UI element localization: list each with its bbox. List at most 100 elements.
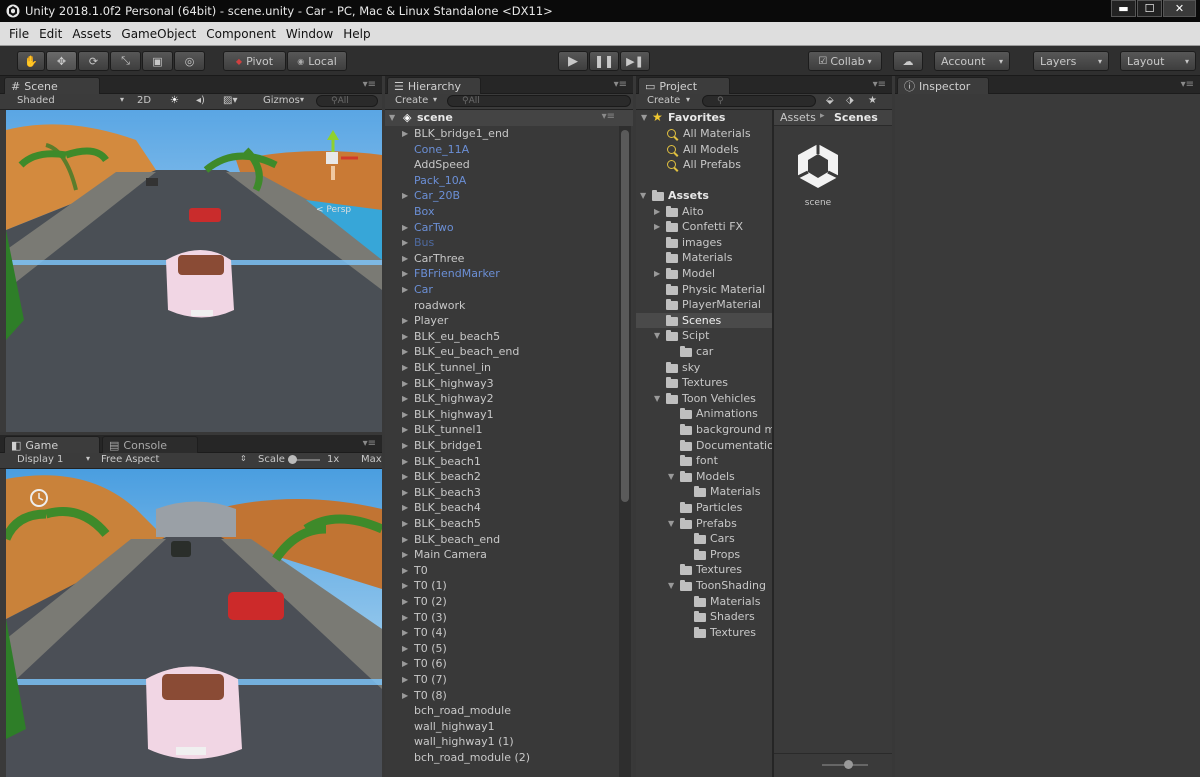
expand-arrow-icon[interactable]: ▶	[402, 594, 408, 610]
scene-search-input[interactable]: ⚲All	[316, 95, 378, 107]
scene-root-row[interactable]: ▼ ◈ scene ▾≡	[385, 110, 633, 126]
expand-arrow-icon[interactable]: ▶	[402, 469, 408, 485]
expand-arrow-icon[interactable]: ▼	[668, 578, 674, 594]
expand-arrow-icon[interactable]: ▶	[402, 344, 408, 360]
scale-tool-button[interactable]: ⤡	[110, 51, 141, 71]
hierarchy-search-input[interactable]: ⚲All	[447, 95, 631, 107]
cloud-button[interactable]: ☁	[893, 51, 923, 71]
hierarchy-item[interactable]: wall_highway1 (1)	[385, 734, 617, 750]
menu-item-gameobject[interactable]: GameObject	[116, 27, 201, 41]
hierarchy-item[interactable]: ▶ T0 (8)	[385, 688, 617, 704]
folder-item[interactable]: Textures	[636, 625, 772, 641]
expand-arrow-icon[interactable]: ▶	[654, 266, 660, 282]
folder-item[interactable]: Shaders	[636, 609, 772, 625]
hierarchy-item[interactable]: Pack_10A	[385, 173, 617, 189]
favorite-item[interactable]: All Models	[636, 142, 772, 158]
hand-tool-button[interactable]: ✋	[17, 51, 45, 71]
folder-item[interactable]: ▼ Models	[636, 469, 772, 485]
tab-project[interactable]: ▭ Project	[638, 77, 730, 94]
favorite-star-icon[interactable]: ★	[868, 95, 877, 106]
expand-arrow-icon[interactable]: ▼	[668, 469, 674, 485]
folder-item[interactable]: Physic Material	[636, 282, 772, 298]
folder-item[interactable]: Textures	[636, 375, 772, 391]
expand-arrow-icon[interactable]: ▶	[402, 625, 408, 641]
2d-toggle[interactable]: 2D	[137, 95, 151, 106]
menu-item-file[interactable]: File	[4, 27, 34, 41]
folder-item[interactable]: Documentatio	[636, 438, 774, 454]
hierarchy-item[interactable]: ▶ T0 (4)	[385, 625, 617, 641]
hierarchy-item[interactable]: roadwork	[385, 298, 617, 314]
hierarchy-item[interactable]: ▶ T0 (6)	[385, 656, 617, 672]
favorite-item[interactable]: All Materials	[636, 126, 772, 142]
folder-item[interactable]: Animations	[636, 406, 772, 422]
hierarchy-item[interactable]: ▶ BLK_beach3	[385, 485, 617, 501]
folder-item[interactable]: ▼ Toon Vehicles	[636, 391, 772, 407]
expand-arrow-icon[interactable]: ▶	[402, 547, 408, 563]
transform-tool-button[interactable]: ◎	[174, 51, 205, 71]
menu-item-help[interactable]: Help	[338, 27, 375, 41]
folder-item[interactable]: Materials	[636, 484, 772, 500]
expand-arrow-icon[interactable]: ▶	[402, 220, 408, 236]
filter-type-icon[interactable]: ⬙	[826, 95, 834, 106]
hierarchy-item[interactable]: ▶ T0 (1)	[385, 578, 617, 594]
pivot-toggle[interactable]: ◆ Pivot	[223, 51, 286, 71]
hierarchy-item[interactable]: ▶ FBFriendMarker	[385, 266, 617, 282]
hierarchy-item[interactable]: Cone_11A	[385, 142, 617, 158]
folder-item[interactable]: Materials	[636, 250, 772, 266]
shading-dropdown[interactable]: Shaded	[17, 95, 55, 106]
expand-arrow-icon[interactable]: ▶	[402, 313, 408, 329]
expand-arrow-icon[interactable]: ▶	[402, 656, 408, 672]
scene-viewport[interactable]: < Persp	[6, 110, 382, 432]
breadcrumb-assets[interactable]: Assets	[780, 111, 816, 124]
panel-menu-icon[interactable]: ▾≡	[1181, 79, 1194, 90]
hierarchy-item[interactable]: ▶ BLK_highway1	[385, 407, 617, 423]
expand-arrow-icon[interactable]: ▶	[402, 329, 408, 345]
hierarchy-item[interactable]: ▶ BLK_tunnel1	[385, 422, 617, 438]
tab-console[interactable]: ▤ Console	[102, 436, 198, 453]
folder-item[interactable]: Cars	[636, 531, 772, 547]
expand-arrow-icon[interactable]: ▶	[402, 235, 408, 251]
expand-arrow-icon[interactable]: ▶	[402, 688, 408, 704]
expand-arrow-icon[interactable]: ▶	[402, 360, 408, 376]
expand-arrow-icon[interactable]: ▶	[402, 126, 408, 142]
folder-item[interactable]: ▼ Scipt	[636, 328, 772, 344]
hierarchy-item[interactable]: ▶ T0 (5)	[385, 641, 617, 657]
hierarchy-item[interactable]: bch_road_module (2)	[385, 750, 617, 766]
folder-item[interactable]: ▼ Prefabs	[636, 516, 772, 532]
maximize-button[interactable]: ☐	[1137, 0, 1162, 17]
expand-arrow-icon[interactable]: ▶	[402, 407, 408, 423]
hierarchy-item[interactable]: ▶ CarTwo	[385, 220, 617, 236]
folder-item[interactable]: ▼ Assets	[636, 188, 772, 204]
folder-item[interactable]: ▶ Aito	[636, 204, 772, 220]
expand-arrow-icon[interactable]: ▶	[402, 438, 408, 454]
expand-arrow-icon[interactable]: ▼	[668, 516, 674, 532]
folder-item[interactable]: sky	[636, 360, 772, 376]
account-dropdown[interactable]: Account ▾	[934, 51, 1010, 71]
hierarchy-item[interactable]: ▶ T0 (3)	[385, 610, 617, 626]
expand-arrow-icon[interactable]: ▶	[402, 282, 408, 298]
tab-hierarchy[interactable]: ☰ Hierarchy	[387, 77, 481, 94]
menu-item-assets[interactable]: Assets	[67, 27, 116, 41]
expand-arrow-icon[interactable]: ▼	[654, 391, 660, 407]
hierarchy-item[interactable]: ▶ Car_20B	[385, 188, 617, 204]
hierarchy-item[interactable]: ▶ BLK_beach5	[385, 516, 617, 532]
tab-inspector[interactable]: ⓘ Inspector	[897, 77, 989, 94]
hierarchy-item[interactable]: ▶ Bus	[385, 235, 617, 251]
minimize-button[interactable]: ▬	[1111, 0, 1136, 17]
expand-arrow-icon[interactable]: ▶	[402, 391, 408, 407]
expand-arrow-icon[interactable]: ▶	[402, 610, 408, 626]
layers-dropdown[interactable]: Layers ▾	[1033, 51, 1109, 71]
expand-arrow-icon[interactable]: ▼	[654, 328, 660, 344]
hierarchy-item[interactable]: ▶ BLK_beach1	[385, 454, 617, 470]
scale-slider-handle[interactable]	[288, 455, 297, 464]
folder-item[interactable]: background m	[636, 422, 775, 438]
maximize-on-play-toggle[interactable]: Max	[361, 454, 382, 465]
expand-arrow-icon[interactable]: ▶	[402, 188, 408, 204]
expand-arrow-icon[interactable]: ▶	[402, 516, 408, 532]
folder-item[interactable]: car	[636, 344, 772, 360]
hierarchy-item[interactable]: ▶ BLK_tunnel_in	[385, 360, 617, 376]
expand-arrow-icon[interactable]: ▶	[402, 672, 408, 688]
expand-arrow-icon[interactable]: ▶	[402, 563, 408, 579]
expand-arrow-icon[interactable]: ▶	[402, 532, 408, 548]
menu-item-component[interactable]: Component	[201, 27, 281, 41]
